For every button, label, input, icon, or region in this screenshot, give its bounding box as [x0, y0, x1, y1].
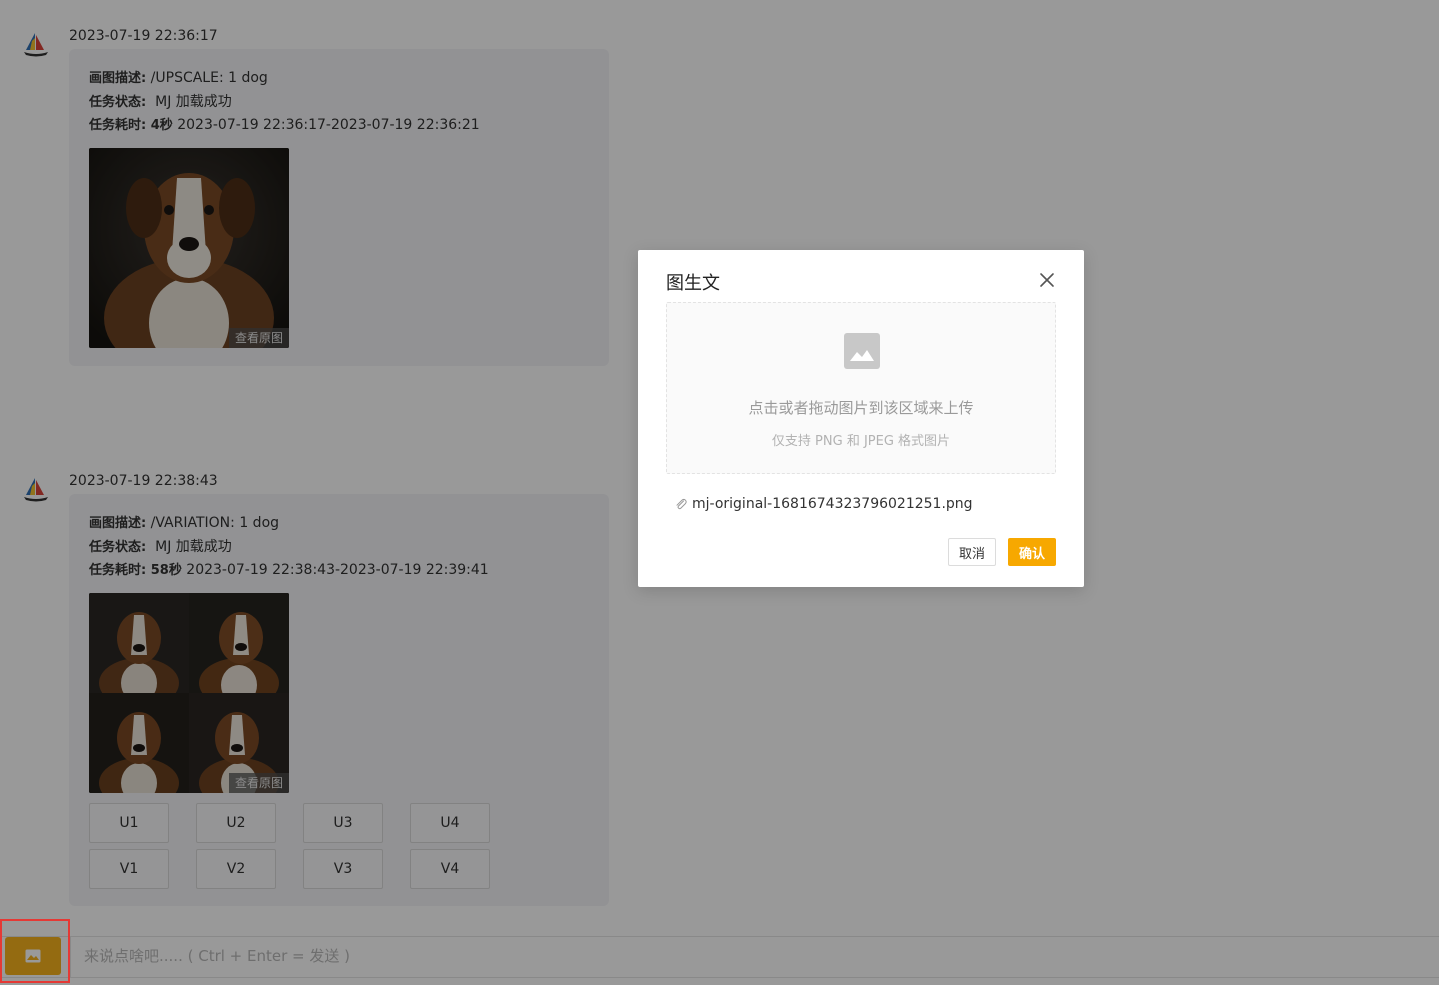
- image-button-highlight-frame: [0, 919, 70, 983]
- uploaded-file-name: mj-original-1681674323796021251.png: [692, 496, 973, 512]
- dialog-title: 图生文: [666, 273, 720, 294]
- upload-format-hint: 仅支持 PNG 和 JPEG 格式图片: [771, 434, 951, 449]
- upload-hint: 点击或者拖动图片到该区域来上传: [748, 399, 974, 417]
- image-placeholder-icon: [844, 333, 880, 369]
- close-icon[interactable]: [1037, 270, 1057, 290]
- cancel-button[interactable]: 取消: [948, 538, 996, 566]
- upload-dropzone[interactable]: 点击或者拖动图片到该区域来上传 仅支持 PNG 和 JPEG 格式图片: [666, 302, 1056, 474]
- uploaded-file-item[interactable]: mj-original-1681674323796021251.png: [674, 493, 973, 515]
- paperclip-icon: [676, 498, 687, 510]
- chat-app: 2023-07-19 22:36:17 画图描述: /UPSCALE: 1 do…: [0, 0, 1439, 985]
- image-to-text-dialog: 图生文 点击或者拖动图片到该区域来上传 仅支持 PNG 和 JPEG 格式图片 …: [638, 250, 1084, 587]
- confirm-button[interactable]: 确认: [1008, 538, 1056, 566]
